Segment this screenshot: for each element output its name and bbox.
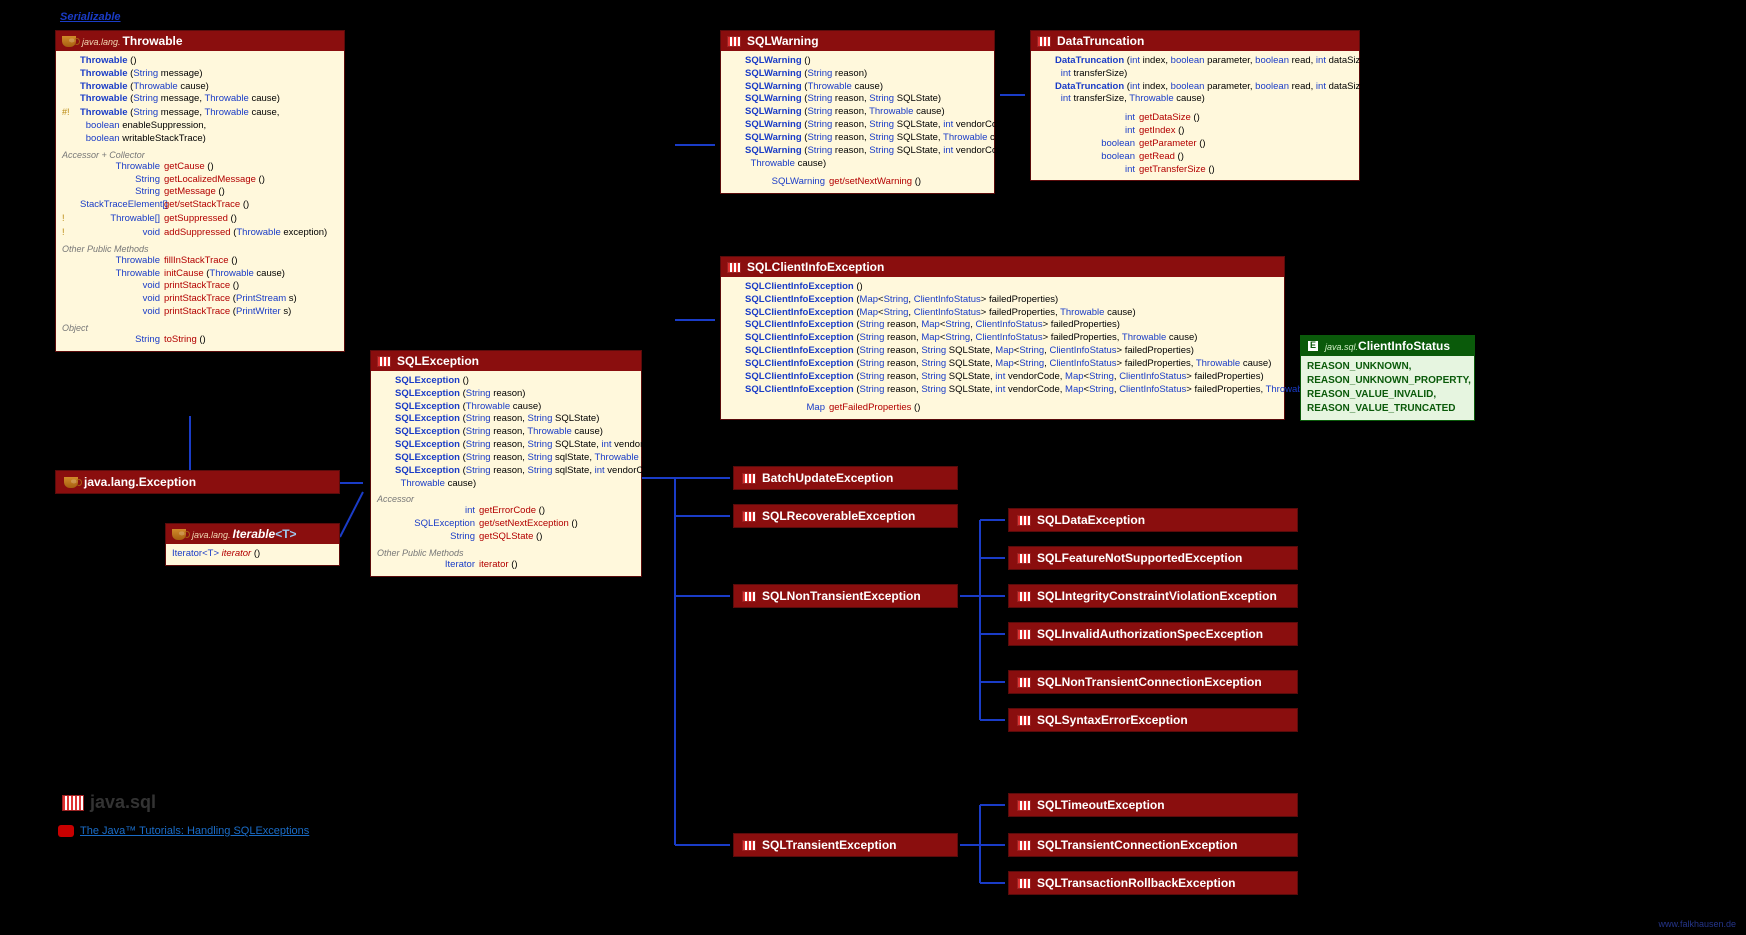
sql-icon <box>1017 715 1031 726</box>
nontransconn-bar: SQLNonTransientConnectionException <box>1008 670 1298 694</box>
transient-bar: SQLTransientException <box>733 833 958 857</box>
throwable-body: Throwable ()Throwable (String message)Th… <box>56 51 344 351</box>
throwable-title: Throwable <box>123 34 183 48</box>
sql-icon <box>742 840 756 851</box>
sqldata-bar: SQLDataException <box>1008 508 1298 532</box>
datatruncation-box: DataTruncation DataTruncation (int index… <box>1030 30 1360 181</box>
sql-icon <box>1017 515 1031 526</box>
sql-icon <box>1017 629 1031 640</box>
watermark: www.falkhausen.de <box>1658 919 1736 929</box>
recoverable-bar: SQLRecoverableException <box>733 504 958 528</box>
sql-icon <box>62 795 84 811</box>
transient-label: SQLTransientException <box>762 838 896 852</box>
clientinfostatus-box: java.sql.ClientInfoStatus REASON_UNKNOWN… <box>1300 335 1475 421</box>
iterable-pkg: java.lang. <box>192 530 231 540</box>
recoverable-label: SQLRecoverableException <box>762 509 915 523</box>
oracle-icon <box>58 825 74 837</box>
sql-icon <box>1017 677 1031 688</box>
iterable-rt: Iterator<T> <box>172 548 219 559</box>
sqlexception-title: SQLException <box>397 354 479 368</box>
feature-bar: SQLFeatureNotSupportedException <box>1008 546 1298 570</box>
clientinfostatus-body: REASON_UNKNOWN,REASON_UNKNOWN_PROPERTY,R… <box>1301 356 1474 420</box>
clientinfo-body: SQLClientInfoException ()SQLClientInfoEx… <box>721 277 1284 419</box>
sql-icon <box>1017 878 1031 889</box>
sqlwarning-body: SQLWarning ()SQLWarning (String reason)S… <box>721 51 994 193</box>
sql-icon <box>727 36 741 47</box>
sqlwarning-title: SQLWarning <box>747 34 819 48</box>
sql-icon <box>377 356 391 367</box>
cup-icon <box>172 529 186 540</box>
datatruncation-body: DataTruncation (int index, boolean param… <box>1031 51 1359 180</box>
iterable-box: java.lang.Iterable<T> Iterator<T> iterat… <box>165 523 340 566</box>
sqlexception-box: SQLException SQLException ()SQLException… <box>370 350 642 577</box>
transconn-label: SQLTransientConnectionException <box>1037 838 1237 852</box>
integrity-label: SQLIntegrityConstraintViolationException <box>1037 589 1277 603</box>
footer-link[interactable]: The Java™ Tutorials: Handling SQLExcepti… <box>58 825 309 837</box>
clientinfo-box: SQLClientInfoException SQLClientInfoExce… <box>720 256 1285 420</box>
footer-pkg-label: java.sql <box>90 792 156 813</box>
timeout-bar: SQLTimeoutException <box>1008 793 1298 817</box>
sql-icon <box>1017 840 1031 851</box>
rollback-bar: SQLTransactionRollbackException <box>1008 871 1298 895</box>
footer-package: java.sql <box>62 792 156 813</box>
enum-icon <box>1307 340 1319 352</box>
iterable-sig: () <box>251 548 260 559</box>
cup-icon <box>64 477 78 488</box>
invalidauth-label: SQLInvalidAuthorizationSpecException <box>1037 627 1263 641</box>
clientinfostatus-pkg: java.sql. <box>1325 342 1358 352</box>
feature-label: SQLFeatureNotSupportedException <box>1037 551 1242 565</box>
throwable-pkg: java.lang. <box>82 37 121 47</box>
timeout-label: SQLTimeoutException <box>1037 798 1165 812</box>
exception-pkg: java.lang. <box>84 475 139 489</box>
cup-icon <box>62 36 76 47</box>
sql-icon <box>742 511 756 522</box>
invalidauth-bar: SQLInvalidAuthorizationSpecException <box>1008 622 1298 646</box>
nontransient-label: SQLNonTransientException <box>762 589 921 603</box>
footer-link-label: The Java™ Tutorials: Handling SQLExcepti… <box>80 825 309 837</box>
sql-icon <box>1017 591 1031 602</box>
sql-icon <box>727 262 741 273</box>
sql-icon <box>742 591 756 602</box>
sql-icon <box>1017 553 1031 564</box>
serializable-label: Serializable <box>60 11 121 23</box>
sql-icon <box>1017 800 1031 811</box>
iterable-title: Iterable <box>233 527 276 541</box>
datatruncation-title: DataTruncation <box>1057 34 1144 48</box>
batchupdate-label: BatchUpdateException <box>762 471 893 485</box>
integrity-bar: SQLIntegrityConstraintViolationException <box>1008 584 1298 608</box>
clientinfo-title: SQLClientInfoException <box>747 260 884 274</box>
rollback-label: SQLTransactionRollbackException <box>1037 876 1236 890</box>
sqlwarning-box: SQLWarning SQLWarning ()SQLWarning (Stri… <box>720 30 995 194</box>
syntax-label: SQLSyntaxErrorException <box>1037 713 1188 727</box>
exception-title: Exception <box>139 475 196 489</box>
sqldata-label: SQLDataException <box>1037 513 1145 527</box>
clientinfostatus-title: ClientInfoStatus <box>1358 339 1450 353</box>
nontransconn-label: SQLNonTransientConnectionException <box>1037 675 1262 689</box>
throwable-box: java.lang.Throwable Throwable ()Throwabl… <box>55 30 345 352</box>
iterable-nm: iterator <box>222 548 252 559</box>
sql-icon <box>742 473 756 484</box>
nontransient-bar: SQLNonTransientException <box>733 584 958 608</box>
iterable-tparam: <T> <box>275 527 296 541</box>
transconn-bar: SQLTransientConnectionException <box>1008 833 1298 857</box>
exception-box: java.lang.Exception <box>55 470 340 494</box>
sql-icon <box>1037 36 1051 47</box>
batchupdate-bar: BatchUpdateException <box>733 466 958 490</box>
throwable-header: java.lang.Throwable <box>56 31 344 51</box>
sqlexception-body: SQLException ()SQLException (String reas… <box>371 371 641 576</box>
syntax-bar: SQLSyntaxErrorException <box>1008 708 1298 732</box>
